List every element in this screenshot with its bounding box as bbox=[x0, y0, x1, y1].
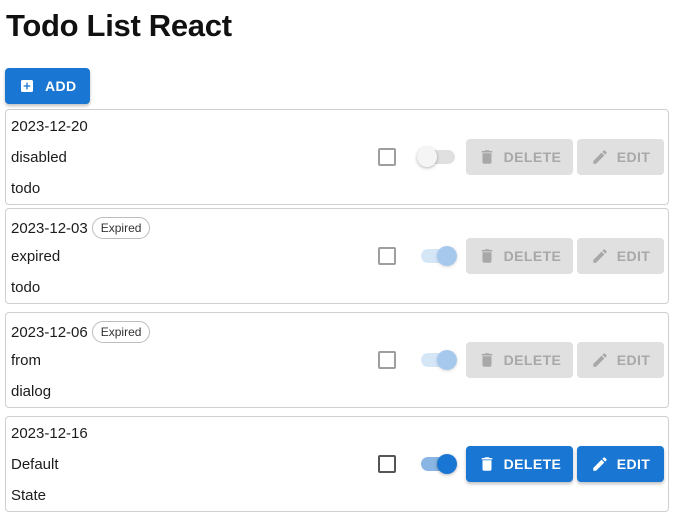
todo-body: todo bbox=[11, 180, 41, 197]
todo-checkbox[interactable] bbox=[378, 351, 396, 369]
todo-checkbox[interactable] bbox=[378, 455, 396, 473]
edit-button-label: EDIT bbox=[616, 352, 651, 368]
pencil-icon bbox=[593, 353, 607, 367]
todo-card: 2023-12-06 Expired from dialog DELETE ED… bbox=[5, 312, 669, 408]
expired-badge: Expired bbox=[91, 217, 151, 239]
add-button[interactable]: ADD bbox=[5, 68, 90, 104]
todo-toggle[interactable] bbox=[417, 348, 457, 372]
todo-title: expired bbox=[11, 248, 61, 265]
todo-date-row: 2023-12-06 Expired bbox=[11, 321, 151, 343]
delete-button[interactable]: DELETE bbox=[466, 446, 573, 482]
todo-checkbox[interactable] bbox=[378, 247, 396, 265]
trash-icon bbox=[481, 457, 492, 471]
todo-body: todo bbox=[11, 279, 41, 296]
page-title: Todo List React bbox=[6, 8, 232, 43]
delete-button-label: DELETE bbox=[503, 248, 562, 264]
edit-button-label: EDIT bbox=[616, 248, 651, 264]
delete-button-label: DELETE bbox=[503, 352, 562, 368]
delete-button[interactable]: DELETE bbox=[466, 139, 573, 175]
edit-button-label: EDIT bbox=[616, 456, 651, 472]
todo-toggle[interactable] bbox=[417, 244, 457, 268]
todo-title: disabled bbox=[11, 149, 67, 166]
todo-body: State bbox=[11, 487, 47, 504]
expired-badge: Expired bbox=[91, 321, 151, 343]
todo-date-row: 2023-12-03 Expired bbox=[11, 217, 151, 239]
todo-checkbox[interactable] bbox=[378, 148, 396, 166]
toggle-thumb bbox=[437, 454, 457, 474]
todo-title: from bbox=[11, 352, 41, 369]
pencil-icon bbox=[593, 457, 607, 471]
todo-date: 2023-12-06 bbox=[11, 323, 88, 341]
trash-icon bbox=[481, 353, 492, 367]
edit-button[interactable]: EDIT bbox=[577, 342, 664, 378]
edit-button[interactable]: EDIT bbox=[577, 139, 664, 175]
toggle-thumb bbox=[437, 246, 457, 266]
todo-date: 2023-12-03 bbox=[11, 219, 88, 237]
todo-toggle[interactable] bbox=[417, 452, 457, 476]
toggle-thumb bbox=[437, 350, 457, 370]
delete-button[interactable]: DELETE bbox=[466, 342, 573, 378]
edit-button-label: EDIT bbox=[616, 149, 651, 165]
todo-app: Todo List React ADD 2023-12-20 disabled … bbox=[0, 0, 673, 516]
todo-date: 2023-12-20 bbox=[11, 118, 88, 135]
todo-title: Default bbox=[11, 456, 59, 473]
pencil-icon bbox=[593, 249, 607, 263]
todo-card: 2023-12-03 Expired expired todo DELETE E… bbox=[5, 208, 669, 304]
todo-date-row: 2023-12-20 bbox=[11, 118, 88, 135]
todo-card: 2023-12-20 disabled todo DELETE EDIT bbox=[5, 109, 669, 205]
edit-button[interactable]: EDIT bbox=[577, 238, 664, 274]
todo-body: dialog bbox=[11, 383, 52, 400]
todo-toggle[interactable] bbox=[417, 145, 457, 169]
edit-button[interactable]: EDIT bbox=[577, 446, 664, 482]
trash-icon bbox=[481, 150, 492, 164]
delete-button-label: DELETE bbox=[503, 149, 562, 165]
trash-icon bbox=[481, 249, 492, 263]
delete-button[interactable]: DELETE bbox=[466, 238, 573, 274]
toggle-thumb bbox=[417, 147, 437, 167]
pencil-icon bbox=[593, 150, 607, 164]
todo-card: 2023-12-16 Default State DELETE EDIT bbox=[5, 416, 669, 512]
add-button-label: ADD bbox=[45, 78, 77, 94]
todo-date-row: 2023-12-16 bbox=[11, 425, 88, 442]
todo-date: 2023-12-16 bbox=[11, 425, 88, 442]
delete-button-label: DELETE bbox=[503, 456, 562, 472]
plus-square-icon bbox=[21, 80, 33, 92]
